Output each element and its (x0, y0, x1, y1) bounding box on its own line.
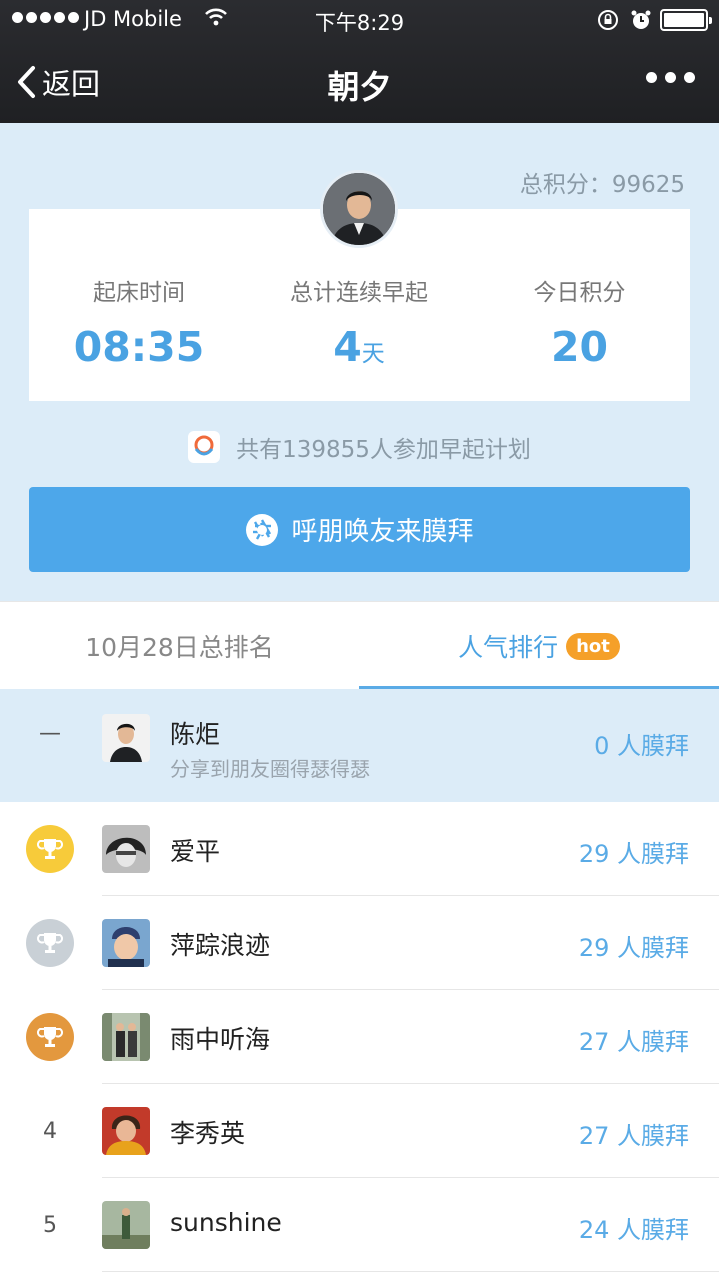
rotation-lock-icon (598, 10, 618, 30)
participants-text: 共有139855人参加早起计划 (236, 437, 531, 463)
bronze-trophy-icon (26, 1013, 74, 1061)
worship-count: 24 人膜拜 (578, 1216, 689, 1244)
worship-count: 27 人膜拜 (578, 1122, 689, 1150)
user-name: sunshine (170, 1208, 282, 1237)
avatar (102, 919, 150, 967)
user-name: 萍踪浪迹 (170, 931, 271, 960)
chevron-left-icon (18, 66, 35, 98)
worship-count: 0 人膜拜 (594, 732, 689, 760)
tab-label: 人气排行 (458, 633, 559, 662)
nav-bar: 返回 朝夕 (0, 40, 719, 123)
user-avatar[interactable] (320, 170, 398, 248)
worship-count: 29 人膜拜 (578, 840, 689, 868)
invite-friends-label: 呼朋唤友来膜拜 (291, 517, 474, 547)
share-hint: 分享到朋友圈得瑟得瑟 (170, 757, 370, 781)
participants-info: 共有139855人参加早起计划 (0, 430, 719, 464)
rank-number: 5 (43, 1212, 57, 1238)
user-photo (323, 173, 395, 245)
list-item-current-user[interactable]: — 陈炬 分享到朋友圈得瑟得瑟 0 人膜拜 (0, 689, 719, 802)
rank-number: — (39, 720, 61, 746)
gold-trophy-icon (26, 825, 74, 873)
avatar (102, 1013, 150, 1061)
avatar (102, 1201, 150, 1249)
divider (102, 1271, 719, 1272)
avatar (102, 1107, 150, 1155)
hot-badge: hot (566, 632, 620, 660)
list-item[interactable]: 4 李秀英 27 人膜拜 (0, 1084, 719, 1178)
silver-trophy-icon (26, 919, 74, 967)
list-item[interactable]: 爱平 29 人膜拜 (0, 802, 719, 896)
user-name: 爱平 (170, 837, 221, 866)
tab-total-ranking[interactable]: 10月28日总排名 (0, 602, 359, 690)
battery-icon (660, 9, 712, 31)
user-name: 陈炬 (170, 720, 221, 749)
stat-label: 起床时间 (93, 280, 185, 306)
stat-streak: 总计连续早起 4天 (249, 273, 469, 371)
alarm-icon (631, 10, 651, 29)
user-name: 李秀英 (170, 1119, 246, 1148)
stat-value: 08:35 (73, 323, 205, 371)
stat-value: 4 (333, 323, 362, 371)
stat-value: 20 (550, 323, 609, 371)
invite-friends-button[interactable]: 呼朋唤友来膜拜 (29, 487, 690, 572)
stat-wake-time: 起床时间 08:35 (29, 273, 249, 371)
user-name: 雨中听海 (170, 1025, 271, 1054)
worship-count: 27 人膜拜 (578, 1028, 689, 1056)
ranking-list: — 陈炬 分享到朋友圈得瑟得瑟 0 人膜拜 爱平 29 人膜拜 萍踪浪迹 29 … (0, 689, 719, 1272)
tab-label: 10月28日总排名 (85, 633, 274, 662)
rank-number: 4 (43, 1118, 57, 1144)
avatar (102, 825, 150, 873)
ranking-tabs: 10月28日总排名 人气排行 hot (0, 601, 719, 690)
back-label: 返回 (42, 67, 101, 101)
profile-header: 总积分：99625 起床时间 08:35 总计连续早起 4天 今日积分 20 共… (0, 123, 719, 601)
aperture-icon (246, 513, 279, 546)
avatar (102, 714, 150, 762)
stat-label: 今日积分 (533, 280, 626, 306)
stat-unit: 天 (361, 341, 385, 367)
list-item[interactable]: 5 sunshine 24 人膜拜 (0, 1178, 719, 1272)
list-item[interactable]: 萍踪浪迹 29 人膜拜 (0, 896, 719, 990)
more-menu-icon[interactable] (646, 72, 695, 83)
tab-popularity-ranking[interactable]: 人气排行 hot (359, 602, 719, 690)
stat-today-points: 今日积分 20 (469, 273, 690, 371)
top-bar: JD Mobile 下午8:29 返回 朝夕 (0, 0, 719, 123)
app-logo-icon (188, 431, 221, 463)
list-item[interactable]: 雨中听海 27 人膜拜 (0, 990, 719, 1084)
back-button[interactable]: 返回 (16, 62, 100, 102)
total-points: 总积分：99625 (519, 172, 685, 198)
status-bar: JD Mobile 下午8:29 (0, 0, 719, 40)
page-title: 朝夕 (327, 68, 392, 106)
stat-label: 总计连续早起 (290, 280, 428, 306)
worship-count: 29 人膜拜 (578, 934, 689, 962)
